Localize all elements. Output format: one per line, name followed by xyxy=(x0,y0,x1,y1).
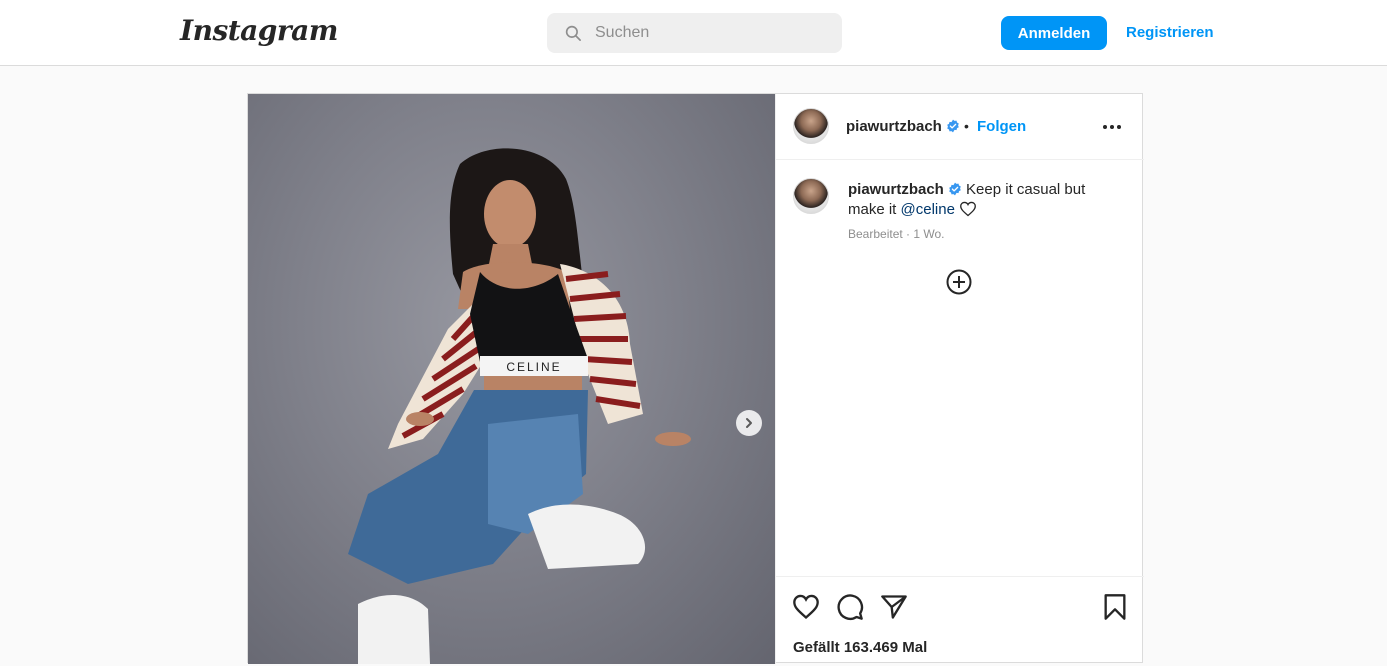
verified-badge-icon xyxy=(949,182,961,196)
search-box[interactable] xyxy=(547,13,842,53)
register-link[interactable]: Registrieren xyxy=(1126,24,1214,41)
post-card: CELINE piawurtzbach • Folgen piawurtzbac… xyxy=(247,93,1144,666)
share-icon[interactable] xyxy=(880,593,908,621)
post-photo-illustration: CELINE xyxy=(348,148,691,664)
instagram-logo[interactable]: Instagram xyxy=(180,14,338,47)
search-input[interactable] xyxy=(595,13,825,53)
post-author-username[interactable]: piawurtzbach xyxy=(846,118,960,135)
follow-button[interactable]: Folgen xyxy=(977,118,1026,135)
post-actions: Gefällt 163.469 Mal xyxy=(776,576,1144,666)
chevron-right-icon xyxy=(746,418,752,428)
avatar[interactable] xyxy=(793,108,829,144)
comment-icon[interactable] xyxy=(836,593,864,621)
post-caption: piawurtzbach Keep it casual but make it … xyxy=(848,180,1118,220)
post-meta: Bearbeitet · 1 Wo. xyxy=(848,227,945,241)
plus-circle-icon[interactable] xyxy=(946,269,972,295)
bookmark-icon[interactable] xyxy=(1101,593,1129,621)
caption-mention-link[interactable]: @celine xyxy=(901,201,955,218)
verified-badge-icon xyxy=(947,119,959,133)
likes-count[interactable]: Gefällt 163.469 Mal xyxy=(793,639,927,656)
post-image[interactable]: CELINE xyxy=(248,94,775,664)
separator-dot: • xyxy=(964,118,969,134)
caption-username[interactable]: piawurtzbach xyxy=(848,181,944,198)
heart-icon[interactable] xyxy=(792,593,820,621)
svg-text:CELINE: CELINE xyxy=(506,360,561,374)
login-button[interactable]: Anmelden xyxy=(1001,16,1107,50)
username-text[interactable]: piawurtzbach xyxy=(846,118,942,135)
search-icon xyxy=(565,25,581,41)
more-options-icon[interactable] xyxy=(1102,124,1122,130)
top-navigation-bar: Instagram Anmelden Registrieren xyxy=(0,0,1387,66)
post-header: piawurtzbach • Folgen xyxy=(776,94,1144,160)
caption-avatar[interactable] xyxy=(793,178,829,214)
next-image-button[interactable] xyxy=(736,410,762,436)
post-sidebar: piawurtzbach • Folgen piawurtzbach Keep … xyxy=(775,94,1144,666)
white-heart-emoji-icon xyxy=(960,201,977,217)
